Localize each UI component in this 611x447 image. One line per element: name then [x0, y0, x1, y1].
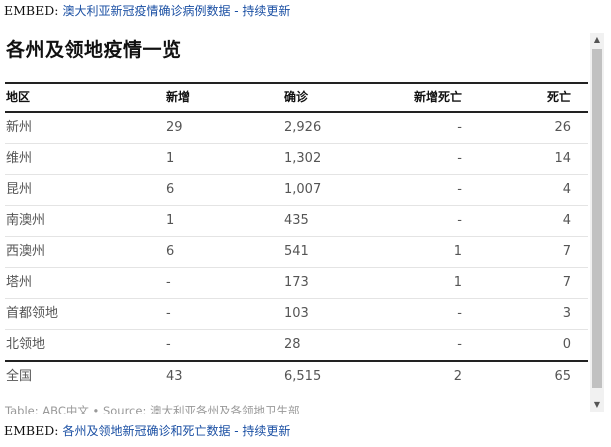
cell-new-deaths: - [457, 120, 462, 135]
cell-deaths: 14 [554, 151, 571, 166]
cell-new: 1 [166, 213, 175, 228]
table-row: 新州 29 2,926 - 26 [5, 113, 588, 144]
table-row: 维州 1 1,302 - 14 [5, 144, 588, 175]
cell-new: 6 [166, 182, 175, 197]
cell-new-deaths: - [457, 337, 462, 352]
cell-region: 维州 [6, 151, 33, 166]
cell-deaths: 3 [562, 306, 571, 321]
cell-deaths: 26 [554, 120, 571, 135]
embed-prefix: EMBED: [4, 423, 63, 438]
total-new-deaths: 2 [453, 369, 462, 384]
embed-header-top: EMBED: 澳大利亚新冠疫情确诊病例数据 - 持续更新 [4, 3, 290, 19]
total-deaths: 65 [554, 369, 571, 384]
cell-new: 1 [166, 151, 175, 166]
cell-new: - [166, 275, 171, 290]
cell-confirmed: 28 [284, 337, 301, 352]
header-region: 地区 [6, 90, 31, 104]
cell-region: 塔州 [6, 275, 33, 290]
states-table: 地区 新增 确诊 新增死亡 死亡 新州 29 2,926-26 维州 1 1,302-14… [5, 82, 588, 392]
scroll-down-icon[interactable]: ▼ [590, 398, 604, 412]
scroll-up-icon[interactable]: ▲ [590, 33, 604, 47]
cell-deaths: 7 [562, 244, 571, 259]
header-new-deaths: 新增死亡 [413, 90, 462, 104]
cell-new-deaths: - [457, 306, 462, 321]
cell-region: 昆州 [6, 182, 33, 197]
embed-link-cases[interactable]: 澳大利亚新冠疫情确诊病例数据 - 持续更新 [62, 4, 290, 18]
cell-new: 6 [166, 244, 175, 259]
table-row: 南澳州 1 435 - 4 [5, 206, 588, 237]
total-confirmed: 6,515 [284, 369, 322, 384]
table-row: 塔州 - 173 1 7 [5, 268, 588, 299]
table-row: 北领地 - 28 - 0 [5, 330, 588, 361]
cell-deaths: 7 [562, 275, 571, 290]
header-confirmed: 确诊 [284, 90, 309, 104]
embedded-table-frame: 各州及领地疫情一览 地区 新增 确诊 新增死亡 死亡 新州 29 2,926-26 维… [0, 22, 605, 414]
cell-confirmed: 2,926 [284, 120, 322, 135]
cell-new-deaths: - [457, 213, 462, 228]
cell-deaths: 4 [562, 182, 571, 197]
table-title: 各州及领地疫情一览 [6, 39, 182, 61]
total-new: 43 [166, 369, 183, 384]
cell-new-deaths: 1 [453, 275, 462, 290]
cell-confirmed: 1,007 [284, 182, 322, 197]
table-row: 昆州 6 1,007 - 4 [5, 175, 588, 206]
cell-region: 西澳州 [6, 244, 46, 259]
embed-link-states[interactable]: 各州及领地新冠确诊和死亡数据 - 持续更新 [62, 424, 290, 438]
cell-region: 新州 [6, 120, 33, 135]
cell-confirmed: 435 [284, 213, 309, 228]
total-region: 全国 [6, 369, 33, 384]
cell-confirmed: 1,302 [284, 151, 322, 166]
table-row: 首都领地 - 103 - 3 [5, 299, 588, 330]
cell-confirmed: 541 [284, 244, 309, 259]
cell-new: - [166, 337, 171, 352]
cell-new-deaths: - [457, 182, 462, 197]
header-new: 新增 [166, 90, 191, 104]
cell-deaths: 4 [562, 213, 571, 228]
table-row: 西澳州 6 541 1 7 [5, 237, 588, 268]
scroll-thumb[interactable] [592, 49, 602, 388]
cell-region: 首都领地 [6, 306, 59, 321]
cell-region: 北领地 [6, 337, 46, 352]
embed-header-bottom: EMBED: 各州及领地新冠确诊和死亡数据 - 持续更新 [4, 423, 290, 439]
cell-new-deaths: 1 [453, 244, 462, 259]
table-body: 新州 29 2,926-26 维州 1 1,302-14 昆州 6 1,007-4 南澳州 1 435… [5, 113, 588, 361]
cell-confirmed: 103 [284, 306, 309, 321]
header-deaths: 死亡 [546, 90, 571, 104]
cell-deaths: 0 [562, 337, 571, 352]
cell-new: 29 [166, 120, 183, 135]
embed-prefix: EMBED: [4, 3, 63, 18]
table-total-row: 全国 43 6,515 2 65 [5, 360, 588, 392]
cell-new: - [166, 306, 171, 321]
cell-confirmed: 173 [284, 275, 309, 290]
table-source: Table: ABC中文 • Source: 澳大利亚各州及各领地卫生部 [5, 404, 300, 414]
cell-new-deaths: - [457, 151, 462, 166]
vertical-scrollbar[interactable]: ▲ ▼ [590, 33, 604, 412]
table-header-row: 地区 新增 确诊 新增死亡 死亡 [5, 82, 588, 113]
cell-region: 南澳州 [6, 213, 46, 228]
